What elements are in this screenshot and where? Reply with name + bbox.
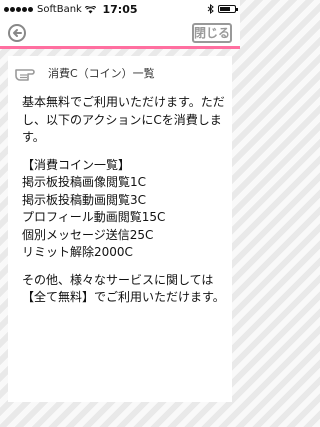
list-item: 掲示板投稿動画閲覧3C [22,192,147,207]
heading-text: 消費C（コイン）一覧 [48,67,155,80]
status-time: 17:05 [102,3,138,16]
intro-text: 基本無料でご利用いただけます。ただし、以下のアクションにCを消費します。 [22,95,225,144]
list-item: プロフィール動画閲覧15C [22,210,166,224]
pointing-hand-icon [15,69,35,81]
section-heading: 消費C（コイン）一覧 [14,62,155,84]
content-card: 消費C（コイン）一覧 基本無料でご利用いただけます。ただし、以下のアクションにC… [8,56,232,402]
nav-bar: 閉じる [0,20,240,49]
list-item: 掲示板投稿画像閲覧1C [22,175,147,189]
back-arrow-icon [13,29,22,37]
list-item: 個別メッセージ送信25C [22,227,154,242]
bluetooth-icon [207,4,214,14]
list-title: 【消費コイン一覧】 [22,157,131,172]
battery-icon [218,5,238,13]
battery-fill [220,7,230,11]
footer-text: その他、様々なサービスに関しては【全て無料】でご利用いただけます。 [22,272,225,305]
content-body: 基本無料でご利用いただけます。ただし、以下のアクションにCを消費します。 【消費… [22,94,230,307]
back-button[interactable] [8,24,26,42]
close-button[interactable]: 閉じる [192,23,232,43]
status-right [207,4,238,14]
list-item: リミット解除2000C [22,245,133,259]
status-bar: SoftBank 17:05 [0,0,240,20]
